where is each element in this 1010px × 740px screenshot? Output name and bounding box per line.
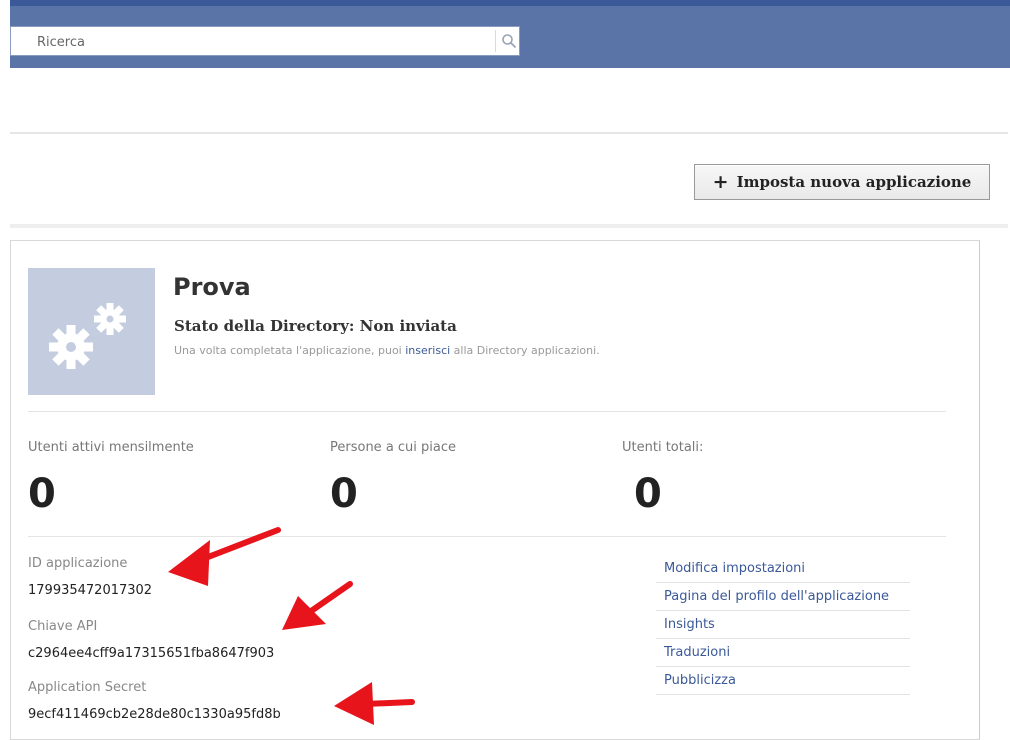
app-icon	[28, 268, 155, 395]
app-secret-value: 9ecf411469cb2e28de80c1330a95fd8b	[28, 707, 281, 722]
top-navigation-bar	[10, 0, 1010, 68]
stat-label-likes: Persone a cui piace	[330, 440, 457, 455]
stat-label-monthly-active-users: Utenti attivi mensilmente	[28, 440, 194, 455]
new-app-button[interactable]: + Imposta nuova applicazione	[694, 164, 990, 200]
directory-note: Una volta completata l'applicazione, puo…	[174, 344, 600, 357]
app-secret-label: Application Secret	[28, 680, 147, 695]
directory-status: Stato della Directory: Non inviata	[174, 317, 457, 335]
sidebar-link-advertise[interactable]: Pubblicizza	[656, 667, 910, 695]
divider	[10, 132, 1008, 134]
app-id-label: ID applicazione	[28, 556, 128, 571]
search-separator	[495, 30, 496, 52]
directory-note-text: Una volta completata l'applicazione, puo…	[174, 344, 406, 357]
sidebar-link-app-profile-page[interactable]: Pagina del profilo dell'applicazione	[656, 583, 910, 611]
stat-value-likes: 0	[330, 471, 358, 517]
app-title: Prova	[173, 273, 251, 301]
annotation-arrow-api-key	[282, 581, 353, 630]
api-key-value: c2964ee4cff9a17315651fba8647f903	[28, 646, 275, 661]
search-icon[interactable]	[501, 33, 517, 49]
stat-label-total-users: Utenti totali:	[622, 440, 704, 455]
sidebar-link-insights[interactable]: Insights	[656, 611, 910, 639]
app-id-value: 179935472017302	[28, 583, 153, 598]
api-key-label: Chiave API	[28, 619, 98, 634]
annotation-arrow-app-secret	[334, 682, 415, 725]
app-sidebar-links: Modifica impostazioni Pagina del profilo…	[656, 555, 910, 695]
stat-value-monthly-active-users: 0	[28, 471, 56, 517]
submit-to-directory-link[interactable]: inserisci	[405, 344, 450, 357]
sidebar-link-translations[interactable]: Traduzioni	[656, 639, 910, 667]
sidebar-link-edit-settings[interactable]: Modifica impostazioni	[656, 555, 910, 583]
divider	[10, 224, 1008, 228]
search-input[interactable]	[35, 28, 499, 56]
gears-icon	[49, 303, 126, 369]
divider	[28, 411, 946, 412]
search-box[interactable]	[10, 26, 520, 56]
plus-icon: +	[712, 171, 729, 193]
new-app-button-label: Imposta nuova applicazione	[736, 173, 972, 191]
stat-value-total-users: 0	[634, 471, 662, 517]
directory-note-text-end: alla Directory applicazioni.	[450, 344, 600, 357]
